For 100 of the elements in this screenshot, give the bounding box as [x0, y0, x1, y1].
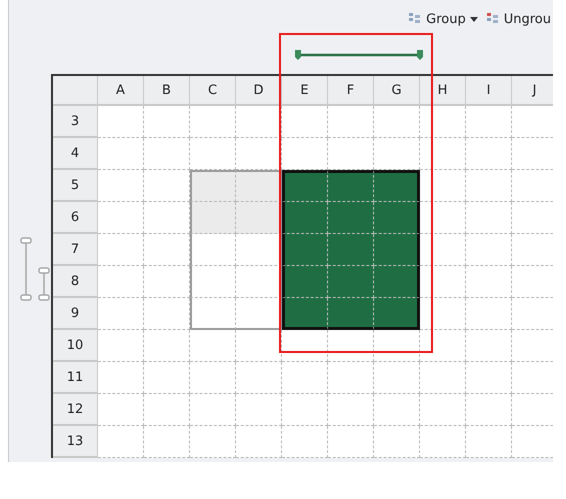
column-header[interactable]: I [466, 76, 512, 106]
table-cell[interactable] [144, 106, 190, 138]
table-cell[interactable] [420, 234, 466, 266]
row-header[interactable]: 6 [53, 202, 98, 234]
column-group-bracket-icon[interactable] [294, 49, 424, 61]
table-cell[interactable] [144, 266, 190, 298]
table-cell[interactable] [144, 234, 190, 266]
table-cell[interactable] [328, 426, 374, 458]
table-cell[interactable] [144, 362, 190, 394]
table-cell[interactable] [236, 138, 282, 170]
table-cell[interactable] [466, 170, 512, 202]
table-cell[interactable] [374, 170, 420, 202]
table-cell[interactable] [190, 394, 236, 426]
table-cell[interactable] [144, 330, 190, 362]
table-cell[interactable] [420, 266, 466, 298]
table-cell[interactable] [236, 202, 282, 234]
table-cell[interactable] [236, 330, 282, 362]
table-cell[interactable] [236, 426, 282, 458]
table-cell[interactable] [190, 170, 236, 202]
table-cell[interactable] [420, 362, 466, 394]
group-button[interactable]: Ungrou [484, 12, 553, 26]
table-cell[interactable] [328, 138, 374, 170]
table-cell[interactable] [144, 202, 190, 234]
row-header[interactable]: 13 [53, 426, 98, 458]
table-cell[interactable] [328, 202, 374, 234]
table-cell[interactable] [328, 234, 374, 266]
table-cell[interactable] [420, 106, 466, 138]
table-cell[interactable] [466, 138, 512, 170]
table-cell[interactable] [328, 362, 374, 394]
row-header[interactable]: 8 [53, 266, 98, 298]
table-cell[interactable] [374, 106, 420, 138]
table-cell[interactable] [420, 330, 466, 362]
column-header[interactable]: G [374, 76, 420, 106]
table-cell[interactable] [374, 394, 420, 426]
row-header[interactable]: 12 [53, 394, 98, 426]
group-button[interactable]: Group [406, 12, 480, 26]
table-cell[interactable] [236, 298, 282, 330]
table-cell[interactable] [236, 394, 282, 426]
table-cell[interactable] [98, 266, 144, 298]
table-cell[interactable] [420, 394, 466, 426]
table-cell[interactable] [190, 202, 236, 234]
table-cell[interactable] [236, 362, 282, 394]
table-cell[interactable] [282, 394, 328, 426]
table-cell[interactable] [190, 426, 236, 458]
table-cell[interactable] [282, 426, 328, 458]
table-cell[interactable] [98, 170, 144, 202]
corner-cell[interactable] [53, 76, 98, 106]
table-cell[interactable] [236, 266, 282, 298]
table-cell[interactable] [328, 266, 374, 298]
row-header[interactable]: 4 [53, 138, 98, 170]
table-cell[interactable] [236, 106, 282, 138]
table-cell[interactable] [420, 202, 466, 234]
table-cell[interactable] [282, 330, 328, 362]
table-cell[interactable] [420, 138, 466, 170]
table-cell[interactable] [144, 138, 190, 170]
table-cell[interactable] [282, 298, 328, 330]
table-cell[interactable] [190, 266, 236, 298]
table-cell[interactable] [466, 106, 512, 138]
table-cell[interactable] [282, 106, 328, 138]
table-cell[interactable] [328, 298, 374, 330]
table-cell[interactable] [466, 330, 512, 362]
table-cell[interactable] [98, 298, 144, 330]
table-cell[interactable] [282, 362, 328, 394]
table-cell[interactable] [466, 426, 512, 458]
table-cell[interactable] [190, 234, 236, 266]
table-cell[interactable] [374, 266, 420, 298]
table-cell[interactable] [374, 330, 420, 362]
table-cell[interactable] [466, 202, 512, 234]
table-cell[interactable] [144, 394, 190, 426]
table-cell[interactable] [98, 394, 144, 426]
column-header[interactable]: J [512, 76, 553, 106]
table-cell[interactable] [374, 138, 420, 170]
row-header[interactable]: 3 [53, 106, 98, 138]
table-cell[interactable] [420, 426, 466, 458]
table-cell[interactable] [144, 170, 190, 202]
row-header[interactable]: 5 [53, 170, 98, 202]
table-cell[interactable] [282, 170, 328, 202]
table-cell[interactable] [98, 106, 144, 138]
table-cell[interactable] [466, 298, 512, 330]
table-cell[interactable] [466, 266, 512, 298]
column-header[interactable]: C [190, 76, 236, 106]
table-cell[interactable] [236, 234, 282, 266]
table-cell[interactable] [374, 426, 420, 458]
table-cell[interactable] [98, 202, 144, 234]
table-cell[interactable] [236, 170, 282, 202]
table-cell[interactable] [328, 394, 374, 426]
column-header[interactable]: F [328, 76, 374, 106]
table-cell[interactable] [282, 234, 328, 266]
table-cell[interactable] [190, 330, 236, 362]
table-cell[interactable] [144, 298, 190, 330]
table-cell[interactable] [466, 362, 512, 394]
table-cell[interactable] [420, 298, 466, 330]
table-cell[interactable] [190, 298, 236, 330]
column-header[interactable]: H [420, 76, 466, 106]
table-cell[interactable] [374, 202, 420, 234]
table-cell[interactable] [282, 138, 328, 170]
table-cell[interactable] [420, 170, 466, 202]
table-cell[interactable] [98, 330, 144, 362]
table-cell[interactable] [98, 138, 144, 170]
row-header[interactable]: 9 [53, 298, 98, 330]
